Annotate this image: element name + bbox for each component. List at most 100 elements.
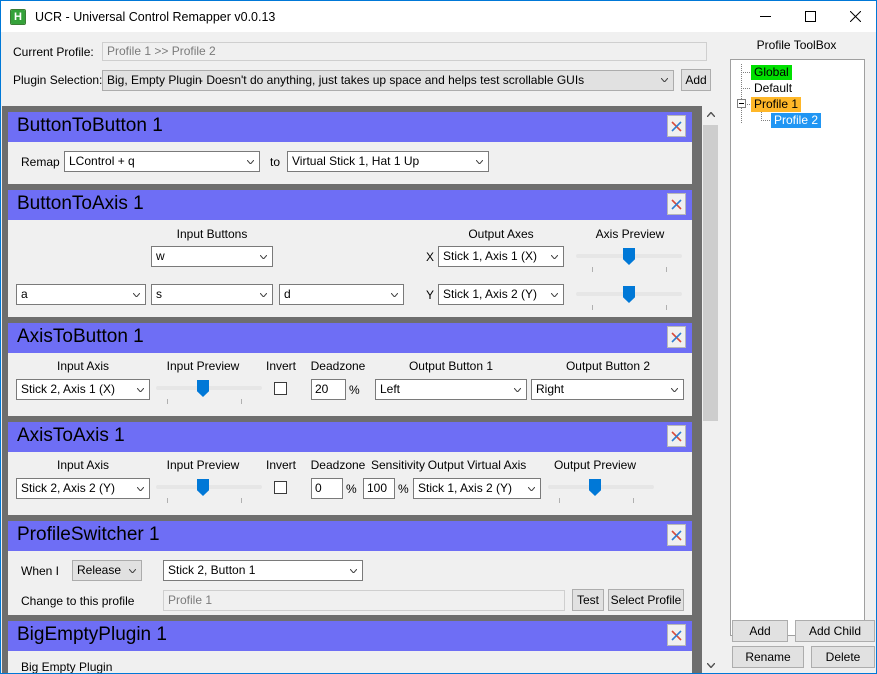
- panel-body: Remap LControl + q to Virtual Stick 1, H…: [8, 142, 692, 184]
- target-profile-field: Profile 1: [163, 590, 565, 611]
- slider-thumb[interactable]: [589, 479, 601, 496]
- slider-thumb[interactable]: [623, 248, 635, 265]
- add-child-profile-button[interactable]: Add Child: [795, 620, 875, 642]
- maximize-button[interactable]: [788, 1, 833, 32]
- invert-caption: Invert: [265, 359, 296, 373]
- input-button-down-dropdown[interactable]: s: [151, 284, 273, 305]
- close-panel-button[interactable]: [667, 524, 686, 546]
- sensitivity-input[interactable]: 100: [363, 478, 395, 499]
- input-axis-dropdown[interactable]: Stick 2, Axis 1 (X): [16, 379, 150, 400]
- when-input-dropdown[interactable]: Stick 2, Button 1: [163, 560, 363, 581]
- big-empty-plugin-text: Big Empty Plugin: [21, 660, 113, 674]
- select-profile-button[interactable]: Select Profile: [608, 589, 684, 611]
- panel-header: ButtonToAxis 1: [8, 190, 692, 220]
- slider-thumb[interactable]: [197, 479, 209, 496]
- plugin-description: - Doesn't do anything, just takes up spa…: [199, 72, 585, 87]
- tree-item-global[interactable]: Global: [751, 64, 792, 80]
- input-button-left-dropdown[interactable]: a: [16, 284, 146, 305]
- input-axis-value: Stick 2, Axis 2 (Y): [21, 481, 116, 495]
- tree-item-default[interactable]: Default: [751, 80, 795, 96]
- chevron-down-icon: [260, 254, 267, 259]
- axis-preview-caption: Axis Preview: [595, 227, 665, 241]
- deadzone-caption: Deadzone: [310, 458, 366, 472]
- output-button-2-dropdown[interactable]: Right: [531, 379, 684, 400]
- input-axis-dropdown[interactable]: Stick 2, Axis 2 (Y): [16, 478, 150, 499]
- add-profile-button[interactable]: Add: [732, 620, 788, 642]
- plugin-selection-dropdown[interactable]: Big, Empty Plugin- Doesn't do anything, …: [102, 69, 674, 91]
- invert-checkbox[interactable]: [274, 382, 287, 395]
- deadzone-input[interactable]: 0: [311, 478, 343, 499]
- input-preview-slider[interactable]: [156, 477, 262, 503]
- close-panel-button[interactable]: [667, 115, 686, 137]
- slider-thumb[interactable]: [197, 380, 209, 397]
- output-virtual-axis-dropdown[interactable]: Stick 1, Axis 2 (Y): [413, 478, 541, 499]
- remap-input-value: LControl + q: [69, 154, 135, 168]
- app-window: H UCR - Universal Control Remapper v0.0.…: [0, 0, 877, 674]
- axis-preview-y-slider[interactable]: [576, 284, 682, 310]
- input-axis-value: Stick 2, Axis 1 (X): [21, 382, 116, 396]
- scroll-down-button[interactable]: [702, 657, 719, 673]
- current-profile-row: Current Profile: Profile 1 >> Profile 2: [13, 42, 707, 61]
- invert-caption: Invert: [265, 458, 296, 472]
- panel-header: ProfileSwitcher 1: [8, 521, 692, 551]
- current-profile-field: Profile 1 >> Profile 2: [102, 42, 707, 61]
- plugin-selection-row: Plugin Selection: Big, Empty Plugin- Doe…: [13, 69, 711, 91]
- plugin-selection-label: Plugin Selection:: [13, 73, 103, 87]
- tree-expand-toggle[interactable]: [737, 99, 746, 108]
- axis-preview-x-slider[interactable]: [576, 246, 682, 272]
- tree-item-profile-1[interactable]: Profile 1: [751, 96, 802, 112]
- current-profile-label: Current Profile:: [13, 44, 94, 59]
- output-axis-y-value: Stick 1, Axis 2 (Y): [443, 287, 538, 301]
- output-button-1-dropdown[interactable]: Left: [375, 379, 527, 400]
- input-axis-caption: Input Axis: [56, 359, 110, 373]
- input-button-right-value: d: [284, 287, 291, 301]
- tree-item-profile-2[interactable]: Profile 2: [771, 112, 822, 128]
- output-button-2-value: Right: [536, 382, 565, 396]
- deadzone-input[interactable]: 20: [311, 379, 346, 400]
- close-panel-button[interactable]: [667, 193, 686, 215]
- input-button-up-dropdown[interactable]: w: [151, 246, 273, 267]
- sidebar-title: Profile ToolBox: [756, 38, 837, 52]
- add-plugin-button[interactable]: Add: [681, 69, 711, 91]
- tree-connector: [741, 72, 751, 73]
- change-profile-label: Change to this profile: [21, 594, 135, 608]
- window-title: UCR - Universal Control Remapper v0.0.13: [35, 9, 276, 24]
- minimize-button[interactable]: [743, 1, 788, 32]
- title-bar: H UCR - Universal Control Remapper v0.0.…: [1, 1, 876, 32]
- chevron-down-icon: [514, 387, 521, 392]
- scroll-up-button[interactable]: [702, 106, 719, 123]
- scrollbar-thumb[interactable]: [703, 125, 718, 421]
- plugin-scroll-region: ButtonToButton 1 Remap LControl + q to V…: [2, 106, 720, 674]
- slider-thumb[interactable]: [623, 286, 635, 303]
- invert-checkbox[interactable]: [274, 481, 287, 494]
- input-preview-slider[interactable]: [156, 378, 262, 404]
- output-axis-y-dropdown[interactable]: Stick 1, Axis 2 (Y): [438, 284, 564, 305]
- input-button-right-dropdown[interactable]: d: [279, 284, 404, 305]
- tree-connector: [741, 64, 742, 124]
- input-buttons-caption: Input Buttons: [176, 227, 248, 241]
- tree-connector: [741, 88, 751, 89]
- close-panel-button[interactable]: [667, 624, 686, 646]
- panel-title: ProfileSwitcher 1: [17, 524, 160, 545]
- panel-header: ButtonToButton 1: [8, 112, 692, 142]
- test-button[interactable]: Test: [572, 589, 604, 611]
- remap-output-dropdown[interactable]: Virtual Stick 1, Hat 1 Up: [287, 151, 489, 172]
- deadzone-unit: %: [346, 482, 357, 496]
- rename-profile-button[interactable]: Rename: [732, 646, 804, 668]
- vertical-scrollbar[interactable]: [702, 106, 719, 673]
- remap-input-dropdown[interactable]: LControl + q: [64, 151, 260, 172]
- close-panel-button[interactable]: [667, 326, 686, 348]
- chevron-down-icon: [476, 159, 483, 164]
- chevron-down-icon: [247, 159, 254, 164]
- when-action-dropdown[interactable]: Release: [72, 560, 142, 581]
- profile-tree[interactable]: Global Default Profile 1 Profile 2: [730, 59, 865, 636]
- output-axis-x-dropdown[interactable]: Stick 1, Axis 1 (X): [438, 246, 564, 267]
- close-button[interactable]: [833, 1, 876, 32]
- chevron-down-icon: [133, 292, 140, 297]
- top-form: Current Profile: Profile 1 >> Profile 2 …: [2, 32, 720, 106]
- close-panel-button[interactable]: [667, 425, 686, 447]
- panel-body: Input Axis Input Preview Invert Deadzone…: [8, 452, 692, 515]
- output-preview-slider[interactable]: [548, 477, 654, 503]
- tree-item-label: Profile 2: [771, 112, 822, 128]
- delete-profile-button[interactable]: Delete: [811, 646, 875, 668]
